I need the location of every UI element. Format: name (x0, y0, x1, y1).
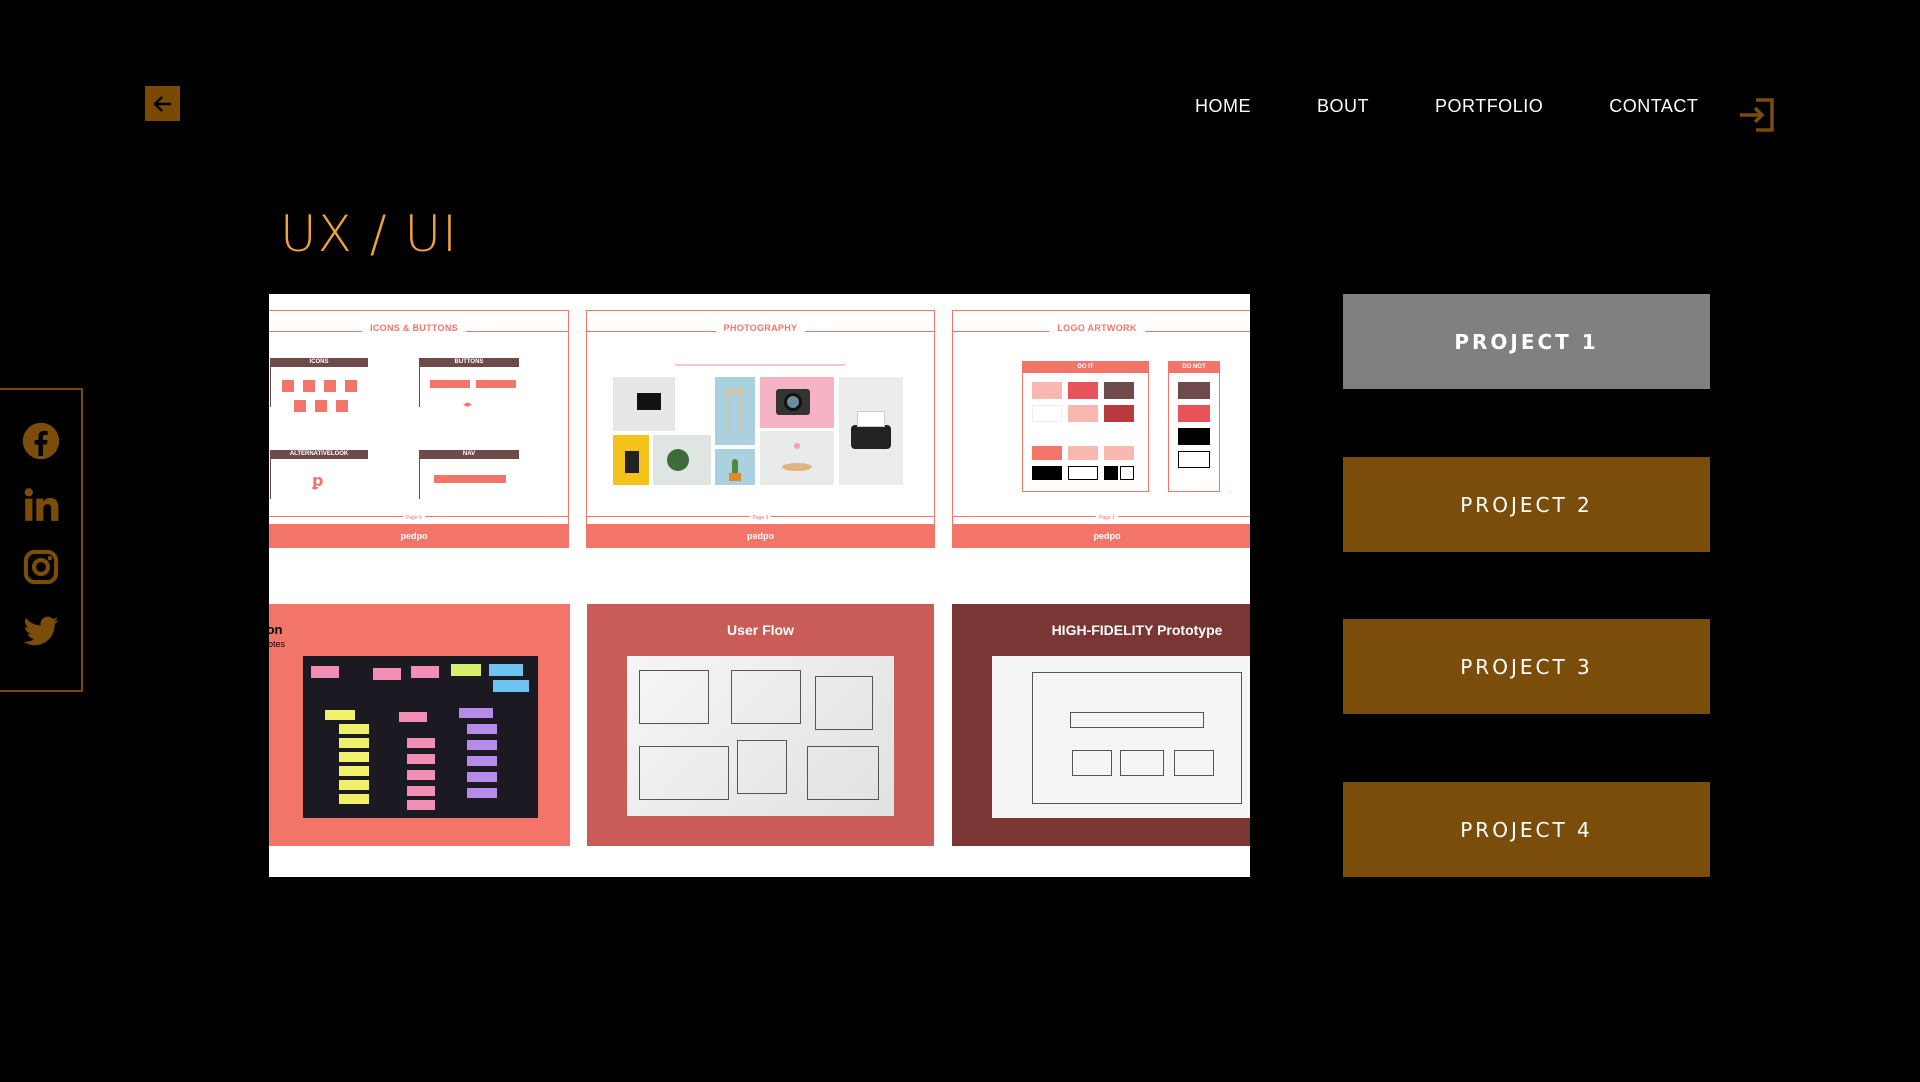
slide-footer: pedpo (586, 524, 935, 548)
nav-home[interactable]: HOME (1195, 96, 1251, 117)
photo-plant (653, 435, 711, 485)
slide-subheading: BUTTONS (419, 358, 519, 367)
slide-subheading: NAV (419, 450, 519, 459)
slide-caption: User Flow (727, 622, 794, 638)
slide-heading: ICONS & BUTTONS (362, 323, 466, 333)
photo-sticky-notes (303, 656, 538, 818)
slide-subheading: DO NOT (1169, 362, 1219, 373)
gallery-slide-icons-buttons[interactable]: ICONS & BUTTONS ICONS BUTTONS ◂▸ ALTERNA… (269, 310, 569, 548)
slide-page: Page 1 (1096, 515, 1118, 521)
photo-vases (760, 431, 834, 485)
slide-page: Page 5 (403, 515, 425, 521)
gallery-slide-logo-artwork[interactable]: LOGO ARTWORK DO IT DO NOT Page 1 pedpo (952, 310, 1250, 548)
photo-cactus (715, 449, 755, 485)
project-2-button[interactable]: PROJECT 2 (1343, 457, 1710, 552)
nav-contact[interactable]: CONTACT (1609, 96, 1698, 117)
photo-stool (715, 377, 755, 445)
project-4-button[interactable]: PROJECT 4 (1343, 782, 1710, 877)
login-icon[interactable] (1738, 98, 1776, 132)
slide-caption: ion (269, 622, 283, 637)
nav-about[interactable]: BOUT (1317, 96, 1369, 117)
logo-do-not-panel: DO NOT (1168, 361, 1220, 492)
page-title: UX / UI (280, 205, 458, 263)
slide-subheading: ALTERNATIVELOOK (270, 450, 368, 459)
gallery-slide-user-flow[interactable]: User Flow (587, 604, 934, 846)
project-gallery[interactable]: ICONS & BUTTONS ICONS BUTTONS ◂▸ ALTERNA… (269, 294, 1250, 877)
slide-page: Page 3 (749, 515, 772, 521)
project-1-button[interactable]: PROJECT 1 (1343, 294, 1710, 389)
gallery-slide-high-fidelity[interactable]: HIGH-FIDELITY Prototype (952, 604, 1250, 846)
logo-do-panel: DO IT (1022, 361, 1149, 492)
photo-desk (613, 377, 675, 431)
social-sidebar (0, 388, 83, 692)
sketch-user-flow (627, 656, 894, 816)
slide-subheading: DO IT (1023, 362, 1148, 373)
photo-yellow (613, 435, 649, 485)
project-3-button[interactable]: PROJECT 3 (1343, 619, 1710, 714)
slide-subheading: ICONS (270, 358, 368, 367)
photo-camera (760, 377, 834, 428)
back-button[interactable] (145, 86, 180, 121)
facebook-icon[interactable] (22, 422, 60, 460)
sketch-prototype (992, 656, 1250, 818)
gallery-slide-photography[interactable]: PHOTOGRAPHY Page 3 pedpo (586, 310, 935, 548)
linkedin-icon[interactable] (22, 486, 60, 524)
nav-portfolio[interactable]: PORTFOLIO (1435, 96, 1543, 117)
photo-typewriter (839, 377, 903, 485)
slide-heading: PHOTOGRAPHY (715, 323, 806, 333)
gallery-slide-sticky-notes[interactable]: ion notes (269, 604, 570, 846)
slide-heading: LOGO ARTWORK (1049, 323, 1145, 333)
slide-footer: pedpo (269, 524, 569, 548)
twitter-icon[interactable] (22, 612, 60, 650)
back-arrow-icon (152, 95, 171, 112)
slide-footer: pedpo (952, 524, 1250, 548)
instagram-icon[interactable] (22, 548, 60, 586)
slide-caption-sub: notes (269, 639, 286, 649)
slide-caption: HIGH-FIDELITY Prototype (1051, 622, 1223, 638)
main-nav: HOME BOUT PORTFOLIO CONTACT (1195, 96, 1698, 117)
